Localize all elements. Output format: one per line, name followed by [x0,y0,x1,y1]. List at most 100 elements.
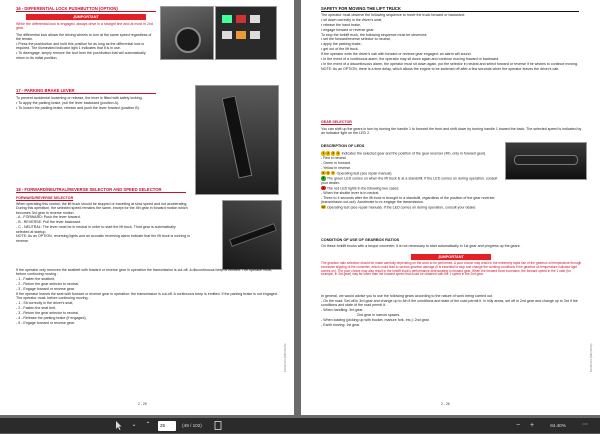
list-item: - 5 - Engage forward or reverse gear. [16,320,75,325]
leds-body: 1234 Indicates the selected gear and the… [321,151,501,210]
led-row: 1234 Indicates the selected gear and the… [321,151,501,156]
led-badge: 10 [321,204,326,210]
zoom-level[interactable]: 84.40% [542,420,574,431]
gear-selector-subtitle: GEAR SELECTOR [321,120,352,124]
bullet: • get out of the lift truck. [321,47,359,52]
led-badge: 7 [330,170,336,176]
zoom-in-icon[interactable]: + [526,420,538,431]
paragraph: To stop the forklift truck, the followin… [321,32,428,37]
bullet: • Press the pushbutton and hold this pos… [16,42,145,51]
bullet: • set the forward/reverse selector to ne… [321,37,391,42]
important-banner: IMPORTANT [411,254,491,260]
led-description: Operating test (see repair manual). If t… [326,205,477,210]
document-viewer[interactable]: 16 - DIFFERENTIAL LOCK PUSHBUTTON (OPTIO… [0,0,600,418]
switch [250,31,260,39]
paragraph: The operator must observe the following … [321,13,465,17]
page-view-icon[interactable] [212,420,224,431]
cursor-icon[interactable] [112,420,124,431]
list-item: - When handling: 3rd gear. [321,308,364,313]
list-item: - 1 - Fasten the seatbelt, [16,277,55,282]
list-item: - 4 - Release the parking brake (if enga… [16,315,87,320]
section-18-body: When operating this control, the lift tr… [16,202,190,244]
leds-title: DESCRIPTION OF LEDS [321,144,365,148]
led-row: 8 The green LED comes on when the lift t… [321,176,501,185]
switch [236,31,246,39]
differential-pedal-photo [160,6,214,60]
zoom-out-icon[interactable]: − [512,420,524,431]
list-item: - On the road: Set off in 3rd gear and c… [321,298,578,308]
document-code: 647902 EN (08/07/2015) [284,343,287,372]
gearbox-warning-text: The gearbox ratio selection should be ma… [321,261,582,277]
list-item: - Green in forward. [321,161,351,166]
gearbox-conditions-title: CONDITION OF USE OF GEARBOX RATIOS [321,238,400,242]
led-badge: 1 [321,151,326,156]
bullet: • In the event of a continuous alarm, th… [321,57,500,62]
title-rule [321,11,579,12]
page-number: 2 - 25 [138,402,147,406]
forward-reverse-subtitle: FORWARD/REVERSE SELECTOR [16,196,74,200]
list-item: - Earth moving: 1st gear. [321,322,361,327]
safety-body: The operator must observe the following … [321,13,583,72]
paragraph: If the operator only removes the seatbel… [16,268,273,277]
list-item: - 1 - Sit correctly in the driver's seat… [16,301,74,306]
paragraph: If the operator exits the driver's cab w… [321,52,472,57]
list-item: - Yellow in reverse. [321,165,352,170]
page-right: SAFETY FOR MOVING THE LIFT TRUCK The ope… [301,0,600,415]
bullet: • To loosen the parking brake, release a… [16,105,140,110]
bullet: • apply the parking brake, [321,42,362,47]
brake-lever [221,95,253,179]
led-row: 10 Operating test (see repair manual). I… [321,204,501,210]
selector-lever [229,223,277,247]
gearbox-conditions-body: In general, we would advise you to use t… [321,294,583,328]
led-description: The red LED lights in the following two … [326,185,400,190]
led-panel-photo [505,142,587,180]
document-code: 647902 EN (08/07/2015) [590,343,593,372]
paragraph: If the operator leaves the seat with for… [16,291,278,301]
gearbox-conditions-intro: On these forklift trucks with a torque c… [321,244,521,248]
switch [222,31,232,39]
bullet: • sit down correctly in the driver's sea… [321,17,383,22]
next-page-icon[interactable]: ⌃ [142,420,154,431]
list-item: - 3 - Return the gear selector to neutra… [16,310,79,315]
bullet: • In the event of a discontinuous alarm,… [321,61,578,66]
switch [236,15,246,23]
led-row: 567 Operating test (see repair manual). [321,170,501,176]
prev-page-icon[interactable]: ⌄ [128,420,140,431]
switch-panel-photo [215,6,277,60]
led-badge: 2 [325,151,331,156]
bullet: • To apply the parking brake, pull the l… [16,100,120,105]
list-item: - 3 - Engage forward or reverse gear. [16,286,75,291]
paragraph: To prevent accidental loosening or relea… [16,96,143,100]
note: NOTE: As an OPTION, reversing lights and… [16,234,190,243]
bullet: • engage forward or reverse gear. [321,27,375,32]
list-item: - 2 - Fasten the seat belt, [16,305,56,310]
bullet: • To disengage, simply remove the foot f… [16,51,146,60]
note: NOTE: As an OPTION, there is a time dela… [321,66,560,71]
switch [222,15,232,23]
list-item: - Three to 4 seconds after the lift truc… [321,195,495,204]
led-strip [514,155,578,165]
led-badge: 5 [321,170,326,176]
led-row: 9 The red LED lights in the following tw… [321,185,501,191]
list-item: - When loading (picking up with bucket, … [321,317,430,322]
selector-photo [222,200,282,270]
parking-brake-photo [195,85,279,195]
viewer-toolbar: ⌄ ⌃ 25 (49 / 102) − + 84.40% ⋯ [0,418,600,433]
list-item: - When the shuttle lever is in neutral. [321,190,380,195]
paragraph: The differential lock allows the driving… [16,33,152,42]
page-number-input[interactable]: 25 [158,420,176,431]
list-item: 2nd gear in narrow spaces. [357,312,401,317]
list-item: - A - FORWARD: Push the lever forward. [16,215,81,220]
pedal-button [175,27,201,53]
led-badge: 9 [321,185,326,191]
led-description: Operating test (see repair manual). [336,171,393,176]
page-count: (49 / 102) [182,423,202,428]
section-18-body-2: If the operator only removes the seatbel… [16,268,280,326]
section-17-body: To prevent accidental loosening or relea… [16,96,156,111]
page-number: 2 - 26 [441,402,450,406]
led-badge: 3 [330,151,336,156]
list-item: - Red in neutral. [321,156,347,161]
list-item: - 2 - Return the gear selector to neutra… [16,282,79,287]
section-16-body: The differential lock allows the driving… [16,33,156,61]
more-icon[interactable]: ⋯ [578,420,592,431]
